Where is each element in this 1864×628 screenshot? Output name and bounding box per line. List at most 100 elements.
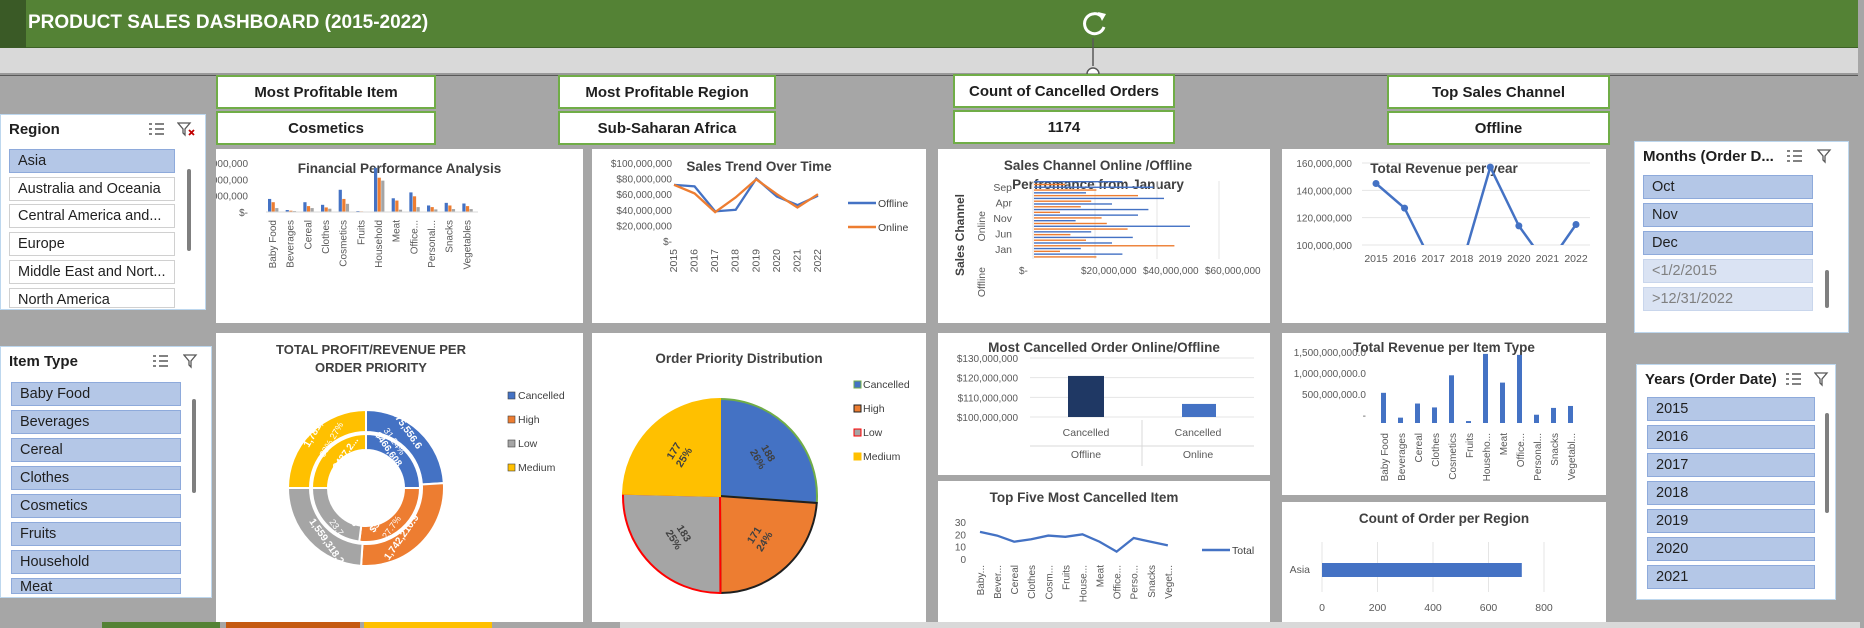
region-item-north-america[interactable]: North America [9,288,175,308]
x-tick-label: 2022 [812,249,824,273]
region-slicer[interactable]: Region Asia Australia and Oceania Centra… [0,114,206,310]
sheet-tab-3[interactable] [364,622,492,628]
financial-bar [321,204,325,212]
x-tick-label: Cancelled [1175,427,1222,439]
item-type-cosmetics[interactable]: Cosmetics [11,494,181,518]
x-tick-label: Fruits [1061,565,1072,590]
x-tick-label: 800 [1535,602,1553,614]
month-item-oct[interactable]: Oct [1643,175,1813,199]
revenue-year-point [1515,222,1523,230]
clear-filter-icon[interactable] [1814,371,1832,387]
region-item-central-america[interactable]: Central America and... [9,204,175,228]
x-tick-label: Baby Food [268,220,279,268]
month-item-dec[interactable]: Dec [1643,231,1813,255]
region-item-australia[interactable]: Australia and Oceania [9,177,175,201]
financial-bar [416,207,420,212]
item-type-meat[interactable]: Meat [11,578,181,594]
x-tick-label: 2020 [1507,253,1531,265]
year-item-2021[interactable]: 2021 [1647,565,1815,589]
years-scrollbar[interactable] [1825,413,1829,513]
year-item-2015[interactable]: 2015 [1647,397,1815,421]
channel-bar [1034,192,1086,194]
legend-label: Low [518,438,538,450]
channel-bar [1034,253,1123,255]
multi-select-icon[interactable] [1784,371,1802,387]
clear-filter-icon[interactable] [1817,148,1835,164]
y-tick-label: $100,000,000 [611,159,673,170]
rotate-handle-icon[interactable] [1078,8,1112,38]
sheet-tab-2[interactable] [226,622,360,628]
item-type-baby-food[interactable]: Baby Food [11,382,181,406]
month-item-before-range[interactable]: <1/2/2015 [1643,259,1813,283]
item-type-household[interactable]: Household [11,550,181,574]
legend-label: Medium [518,462,556,474]
channel-bar [1034,247,1081,250]
item-type-scrollbar[interactable] [192,399,196,493]
channel-bar [1034,225,1190,227]
clear-filter-icon[interactable] [183,353,201,369]
sheet-tab-1[interactable] [102,622,220,628]
region-item-europe[interactable]: Europe [9,232,175,256]
channel-bar [1034,194,1138,197]
legend-swatch [507,391,516,400]
x-tick-label: Meat [1499,433,1510,455]
legend-swatch [853,452,862,461]
region-item-asia[interactable]: Asia [9,149,175,173]
x-tick-label: 2021 [1536,253,1560,265]
channel-bar [1034,242,1112,244]
x-tick-label: Perso... [1130,565,1141,599]
y-tick-label: 0 [960,555,966,566]
group-label: Online [1183,449,1214,461]
item-type-beverages[interactable]: Beverages [11,410,181,434]
x-tick-label: Cosm... [1044,565,1055,599]
year-item-2017[interactable]: 2017 [1647,453,1815,477]
financial-bar [465,206,470,212]
channel-bar [1034,231,1092,233]
y-tick-label: Apr [996,198,1013,210]
y-tick-label: 10 [955,543,967,554]
x-tick-label: $- [1019,266,1028,277]
y-tick-label: 160,000,000 [1296,159,1352,170]
selection-frame [0,38,1858,76]
channel-bar [1034,245,1175,247]
region-item-middle-east[interactable]: Middle East and Nort... [9,260,175,284]
financial-bar [412,196,417,212]
item-type-cereal[interactable]: Cereal [11,438,181,462]
year-item-2019[interactable]: 2019 [1647,509,1815,533]
multi-select-icon[interactable] [147,121,165,137]
year-item-2016[interactable]: 2016 [1647,425,1815,449]
horizontal-scrollbar[interactable] [620,622,1860,628]
item-type-clothes[interactable]: Clothes [11,466,181,490]
financial-bar [448,205,452,212]
year-item-2020[interactable]: 2020 [1647,537,1815,561]
x-tick-label: Household [374,220,385,268]
revenue-item-bar [1551,407,1556,423]
financial-bar [395,200,399,212]
multi-select-icon[interactable] [1785,148,1803,164]
order-priority-svg: 18826%17124%18325%17725%CancelledHighLow… [622,379,910,595]
year-item-2018[interactable]: 2018 [1647,481,1815,505]
month-item-nov[interactable]: Nov [1643,203,1813,227]
clear-filter-icon[interactable] [177,121,195,137]
months-scrollbar[interactable] [1825,270,1829,308]
x-tick-label: Cosmetics [339,220,350,267]
month-item-after-range[interactable]: >12/31/2022 [1643,287,1813,311]
financial-bar [268,198,272,212]
multi-select-icon[interactable] [151,353,169,369]
y-tick-label: $130,000,000 [957,354,1019,365]
kpi-value-sales-channel: Offline [1387,111,1610,145]
years-slicer[interactable]: Years (Order Date) 2015 2016 2017 2018 2… [1636,364,1836,600]
revenue-item-bar [1381,392,1386,423]
top-cancelled-chart: Top Five Most Cancelled Item 30 20 10 0 Baby… [938,481,1270,622]
financial-bar [409,192,413,212]
region-scrollbar[interactable] [187,169,191,251]
channel-bar [1034,220,1076,222]
financial-bar [377,177,381,212]
group-label: Online [976,211,988,242]
channel-bar [1034,217,1102,219]
y-tick-label: $100,000,000 [957,413,1019,424]
item-type-slicer[interactable]: Item Type Baby Food Beverages Cereal Clo… [0,346,212,598]
months-slicer[interactable]: Months (Order D... Oct Nov Dec <1/2/2015… [1634,141,1849,333]
y-tick-label: 1,500,000,000.0 [1294,348,1367,359]
item-type-fruits[interactable]: Fruits [11,522,181,546]
